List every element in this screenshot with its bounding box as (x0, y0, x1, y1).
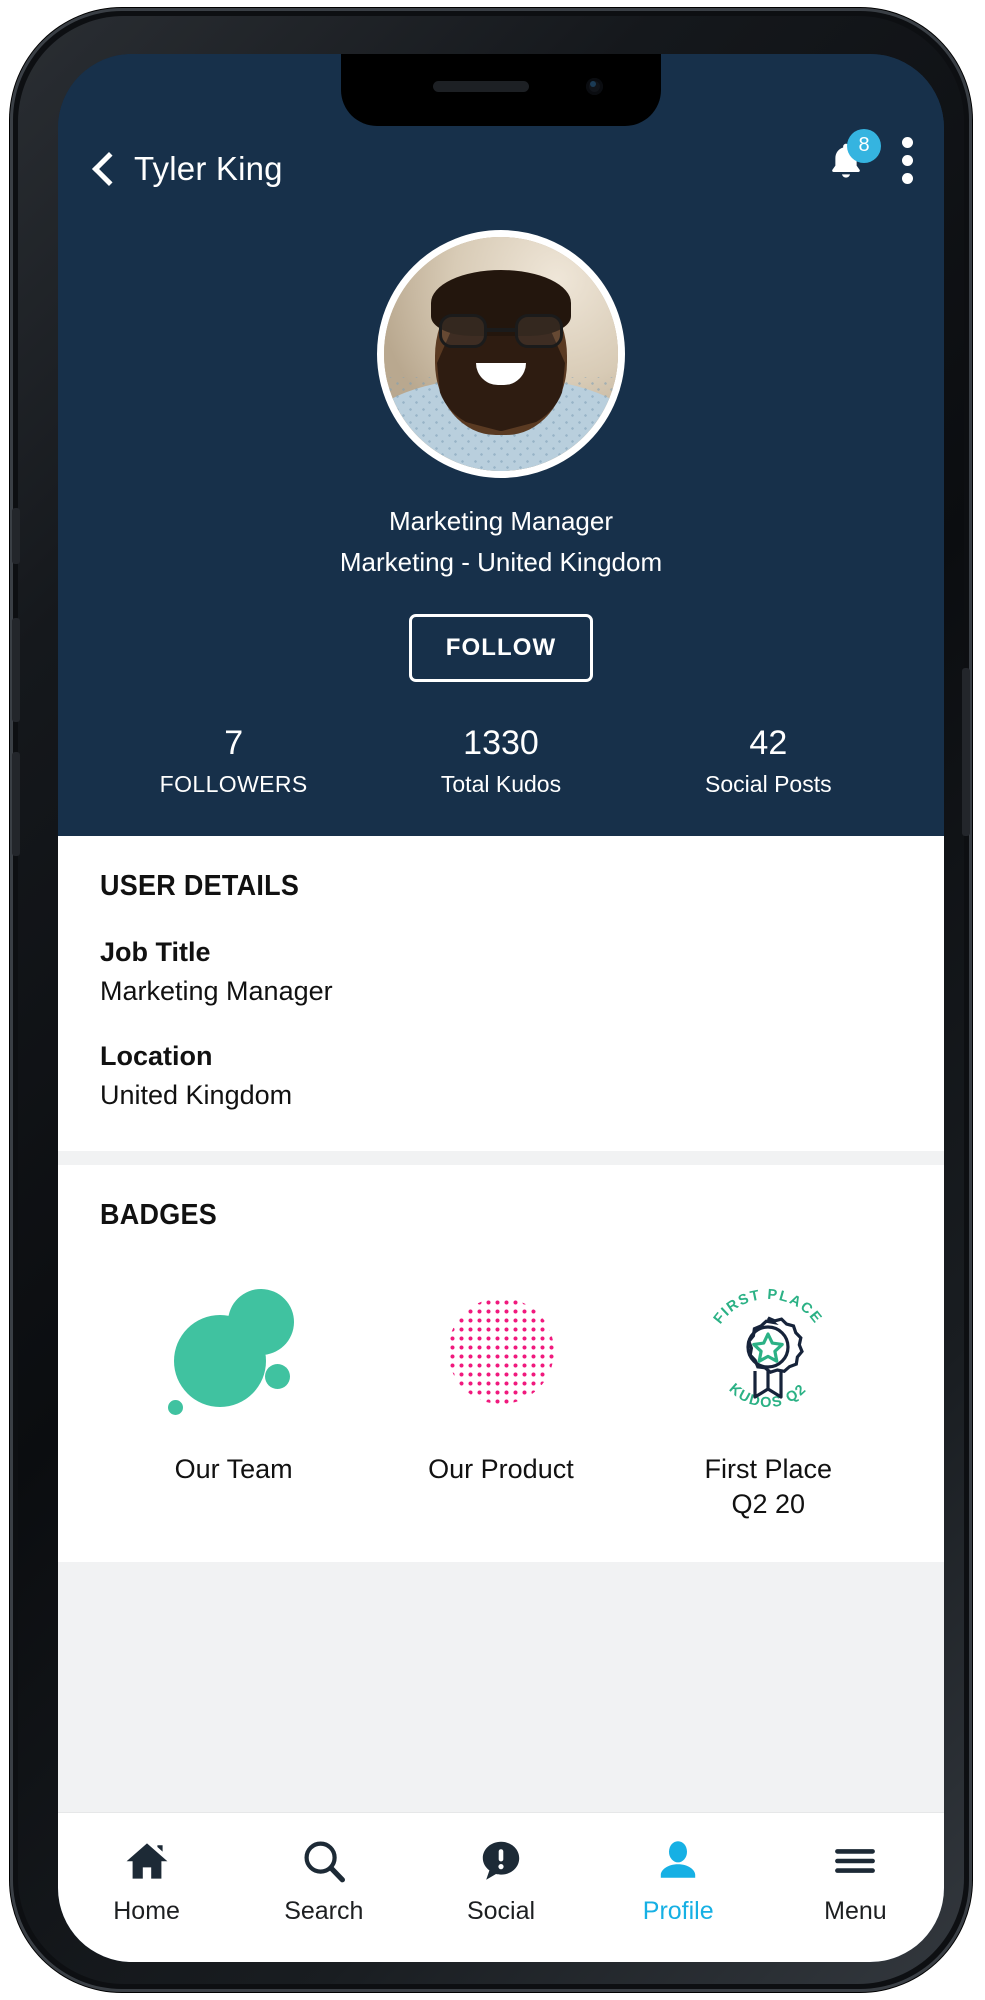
nav-label: Social (466, 1897, 536, 1925)
volume-down-button[interactable] (12, 752, 20, 856)
kebab-dot (902, 173, 913, 184)
stat-social-posts[interactable]: 42 Social Posts (635, 724, 902, 798)
stat-label: Social Posts (705, 771, 832, 798)
nav-label: Home (113, 1897, 180, 1925)
page-title: Tyler King (134, 150, 283, 187)
app-bar-left: Tyler King (80, 150, 824, 188)
app-root: Tyler King 8 Marketing Manager Marketing… (58, 54, 944, 1962)
person-icon (590, 1831, 767, 1891)
badge-first-place[interactable]: FIRST PLACE KUDOS Q2 First Place Q2 20 (635, 1276, 902, 1522)
speech-bubble-icon (412, 1831, 589, 1891)
profile-role: Marketing Manager (389, 506, 613, 536)
stat-value: 1330 (463, 724, 539, 762)
nav-label: Search (284, 1897, 364, 1925)
badge-art (100, 1276, 367, 1426)
field-location: Location United Kingdom (100, 1041, 902, 1111)
follow-button[interactable]: FOLLOW (408, 614, 594, 682)
nav-label: Profile (642, 1897, 714, 1925)
profile-department-location: Marketing - United Kingdom (339, 547, 663, 577)
phone-frame: Tyler King 8 Marketing Manager Marketing… (10, 8, 972, 1992)
kebab-dot (902, 155, 913, 166)
avatar-glasses (439, 314, 563, 349)
field-value: United Kingdom (100, 1080, 293, 1111)
silent-switch[interactable] (12, 508, 20, 564)
badge-our-team[interactable]: Our Team (100, 1276, 367, 1487)
badges-row: Our Team Our Product FIRST PLACE KUDOS Q… (100, 1276, 902, 1522)
notification-count-badge: 8 (847, 128, 881, 163)
notification-bell-button[interactable]: 8 (824, 128, 881, 183)
nav-item-home[interactable]: Home (58, 1831, 235, 1926)
stat-label: Total Kudos (440, 771, 562, 798)
follow-row: FOLLOW (58, 614, 944, 682)
stat-value: 42 (749, 724, 788, 762)
first-place-rosette-badge-icon: FIRST PLACE KUDOS Q2 (693, 1276, 843, 1426)
profile-content: USER DETAILS Job Title Marketing Manager… (58, 836, 944, 1812)
pink-dotted-sphere-badge-icon (447, 1298, 554, 1405)
badge-caption: Our Team (174, 1454, 293, 1485)
home-icon (58, 1831, 235, 1891)
avatar[interactable] (377, 230, 625, 478)
nav-item-profile[interactable]: Profile (590, 1831, 767, 1926)
stat-total-kudos[interactable]: 1330 Total Kudos (367, 724, 634, 798)
field-label: Location (100, 1041, 213, 1072)
user-details-title: USER DETAILS (100, 870, 300, 903)
earpiece-speaker (433, 81, 529, 92)
badge-caption: First Place Q2 20 (635, 1452, 902, 1522)
field-job-title: Job Title Marketing Manager (100, 937, 902, 1007)
notch (341, 54, 661, 126)
nav-item-social[interactable]: Social (412, 1831, 589, 1926)
avatar-container (58, 230, 944, 478)
power-button[interactable] (962, 668, 970, 836)
nav-item-menu[interactable]: Menu (767, 1831, 944, 1926)
chevron-left-icon[interactable] (88, 154, 118, 184)
field-value: Marketing Manager (100, 976, 333, 1007)
badge-our-product[interactable]: Our Product (367, 1276, 634, 1487)
app-bar-right: 8 (824, 128, 913, 188)
badges-card: BADGES Our Team Our Product FIRST PLACE … (58, 1165, 944, 1563)
badge-caption-line2: Q2 20 (731, 1489, 806, 1520)
badge-caption-line1: First Place (704, 1454, 832, 1485)
badge-art: FIRST PLACE KUDOS Q2 (635, 1276, 902, 1426)
volume-up-button[interactable] (12, 618, 20, 722)
bottom-navigation: Home Search Social Profile Menu (58, 1812, 944, 1962)
phone-screen: Tyler King 8 Marketing Manager Marketing… (58, 54, 944, 1962)
green-blob-badge-icon (167, 1282, 300, 1416)
badge-caption: Our Product (428, 1454, 574, 1485)
field-label: Job Title (100, 937, 211, 968)
kebab-menu-icon[interactable] (894, 133, 913, 188)
badges-title: BADGES (100, 1199, 218, 1232)
stat-followers[interactable]: 7 FOLLOWERS (100, 724, 367, 798)
profile-stats: 7 FOLLOWERS 1330 Total Kudos 42 Social P… (58, 724, 944, 828)
hamburger-menu-icon (767, 1831, 944, 1891)
nav-item-search[interactable]: Search (235, 1831, 412, 1926)
stat-value: 7 (224, 724, 244, 762)
badge-art (367, 1276, 634, 1426)
kebab-dot (902, 137, 913, 148)
front-camera-icon (586, 78, 603, 95)
stat-label: FOLLOWERS (159, 771, 308, 798)
nav-label: Menu (824, 1897, 887, 1925)
user-details-card: USER DETAILS Job Title Marketing Manager… (58, 836, 944, 1152)
profile-hero: Tyler King 8 Marketing Manager Marketing… (58, 54, 944, 837)
search-icon (235, 1831, 412, 1891)
